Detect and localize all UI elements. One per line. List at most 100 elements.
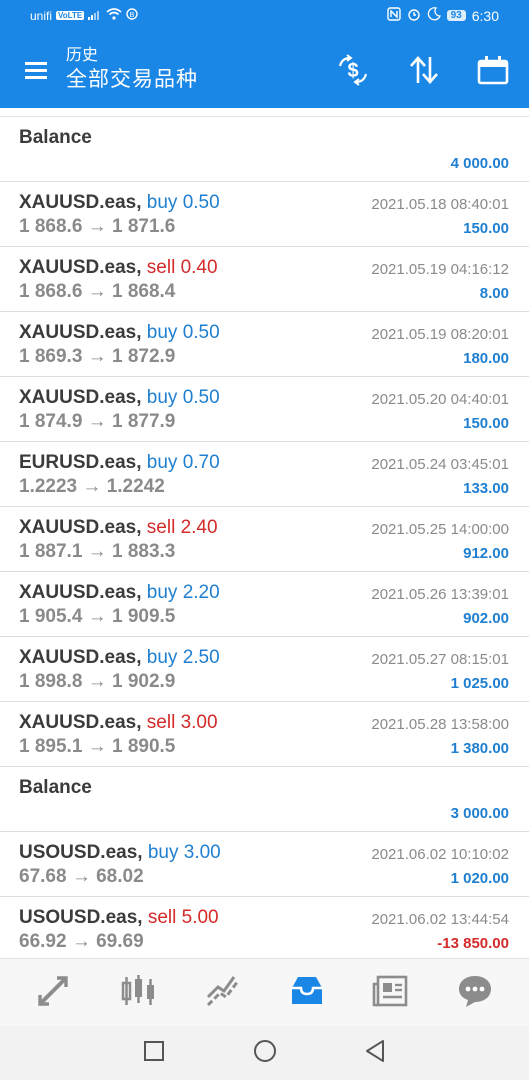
app-bar: 历史 全部交易品种 $	[0, 36, 529, 108]
sort-button[interactable]	[404, 52, 444, 92]
back-icon	[364, 1039, 386, 1068]
status-right: 93 6:30	[386, 7, 499, 24]
open-price: 1 868.6	[19, 281, 83, 302]
trade-row[interactable]: XAUUSD.eas, buy 0.50 1 868.6 → 1 871.6 202…	[0, 182, 529, 247]
open-price: 1.2223	[19, 476, 78, 497]
trade-prices: 1 869.3 → 1 872.9	[19, 346, 175, 368]
chart-candles-icon	[118, 973, 158, 1014]
nav-chat[interactable]	[450, 969, 500, 1017]
trade-row[interactable]: XAUUSD.eas, sell 0.40 1 868.6 → 1 868.4 20…	[0, 247, 529, 312]
nav-quotes[interactable]	[28, 969, 78, 1017]
close-price: 1 871.6	[111, 216, 176, 237]
nav-chart[interactable]	[113, 969, 163, 1017]
trade-prices: 1 895.1 → 1 890.5	[19, 736, 175, 758]
news-icon	[372, 974, 410, 1013]
symbol-name: EURUSD.eas,	[19, 452, 142, 473]
trade-profit: 133.00	[463, 480, 509, 497]
trade-row[interactable]: XAUUSD.eas, buy 2.50 1 898.8 → 1 902.9 202…	[0, 637, 529, 702]
trade-row[interactable]: USOUSD.eas, sell 5.00 66.92 → 69.69 2021.0…	[0, 897, 529, 958]
trade-profit: 150.00	[463, 415, 509, 432]
balance-row[interactable]: Balance 3 000.00	[0, 767, 529, 832]
balance-label: Balance	[19, 127, 92, 148]
open-price: 66.92	[19, 931, 67, 952]
history-icon	[288, 974, 326, 1013]
home-button[interactable]	[250, 1038, 280, 1068]
symbol-name: USOUSD.eas,	[19, 842, 143, 863]
arrow-right-icon: →	[66, 931, 97, 952]
open-price: 1 868.6	[19, 216, 83, 237]
quotes-icon	[35, 973, 71, 1014]
trade-date: 2021.05.19 08:20:01	[371, 326, 509, 343]
trade-row[interactable]: XAUUSD.eas, buy 0.50 1 869.3 → 1 872.9 202…	[0, 312, 529, 377]
trade-profit: 8.00	[479, 285, 509, 302]
trade-row[interactable]: EURUSD.eas, buy 0.70 1.2223 → 1.2242 2021.…	[0, 442, 529, 507]
arrow-right-icon: →	[82, 541, 112, 562]
menu-icon[interactable]	[22, 58, 52, 84]
trade-profit: 902.00	[463, 610, 509, 627]
balance-row[interactable]: Balance 4 000.00	[0, 117, 529, 182]
close-price: 1 872.9	[111, 346, 176, 367]
bottom-navigation	[0, 958, 529, 1026]
symbol-name: XAUUSD.eas,	[19, 322, 142, 343]
open-price: 1 905.4	[19, 606, 83, 627]
balance-amount: 4 000.00	[450, 155, 509, 172]
trade-row[interactable]: USOUSD.eas, buy 3.00 67.68 → 68.02 2021.06…	[0, 832, 529, 897]
home-icon	[253, 1039, 277, 1068]
trade-prices: 1 898.8 → 1 902.9	[19, 671, 175, 693]
trade-row[interactable]: XAUUSD.eas, buy 2.20 1 905.4 → 1 909.5 202…	[0, 572, 529, 637]
back-button[interactable]	[360, 1038, 390, 1068]
trade-profit: 1 020.00	[450, 870, 509, 887]
trade-profit: -13 850.00	[437, 935, 509, 952]
trade-side: sell 3.00	[147, 712, 218, 733]
trade-volume: 5.00	[181, 907, 219, 928]
trade-profit: 1 380.00	[450, 740, 509, 757]
trade-side: buy 0.70	[147, 452, 220, 473]
trade-volume: 0.50	[182, 192, 220, 213]
close-price: 1 868.4	[111, 281, 176, 302]
side-label: sell	[147, 907, 177, 928]
nav-trade[interactable]	[198, 969, 248, 1017]
svg-text:$: $	[347, 60, 358, 82]
clock: 6:30	[471, 7, 499, 24]
trade-prices: 1 868.6 → 1 868.4	[19, 281, 175, 303]
deposit-button[interactable]: $	[333, 52, 373, 92]
trade-date: 2021.06.02 13:44:54	[371, 911, 509, 928]
trade-symbol: USOUSD.eas, buy 3.00	[19, 842, 221, 864]
alarm-icon	[407, 7, 421, 24]
arrow-right-icon: →	[82, 606, 112, 627]
deposit-icon: $	[335, 53, 371, 91]
svg-text:B: B	[130, 12, 135, 19]
trade-volume: 3.00	[183, 842, 221, 863]
trade-date: 2021.05.24 03:45:01	[371, 456, 509, 473]
nav-news[interactable]	[366, 969, 416, 1017]
trade-row[interactable]: XAUUSD.eas, sell 2.40 1 887.1 → 1 883.3 20…	[0, 507, 529, 572]
wifi-icon	[106, 8, 122, 23]
history-list[interactable]: Balance 4 000.00 XAUUSD.eas, buy 0.50 1 868…	[0, 116, 529, 958]
side-label: buy	[146, 387, 178, 408]
recents-button[interactable]	[139, 1038, 169, 1068]
symbol-name: USOUSD.eas,	[19, 907, 143, 928]
trade-prices: 1 868.6 → 1 871.6	[19, 216, 175, 238]
trade-symbol: XAUUSD.eas, buy 0.50	[19, 387, 220, 409]
trade-date: 2021.05.18 08:40:01	[371, 196, 509, 213]
symbol-name: XAUUSD.eas,	[19, 387, 142, 408]
trade-date: 2021.06.02 10:10:02	[371, 846, 509, 863]
nav-history[interactable]	[282, 969, 332, 1017]
trade-row[interactable]: XAUUSD.eas, sell 3.00 1 895.1 → 1 890.5 20…	[0, 702, 529, 767]
close-price: 1 883.3	[111, 541, 176, 562]
trade-volume: 2.40	[180, 517, 218, 538]
arrow-right-icon: →	[82, 671, 112, 692]
trade-row[interactable]: XAUUSD.eas, buy 0.50 1 874.9 → 1 877.9 202…	[0, 377, 529, 442]
calendar-button[interactable]	[473, 52, 513, 92]
trade-side: buy 0.50	[147, 387, 220, 408]
trade-symbol: XAUUSD.eas, sell 0.40	[19, 257, 218, 279]
sort-icon	[408, 55, 440, 90]
side-label: buy	[146, 452, 178, 473]
open-price: 1 898.8	[19, 671, 83, 692]
open-price: 1 895.1	[19, 736, 83, 757]
system-navigation	[0, 1026, 529, 1080]
symbol-name: XAUUSD.eas,	[19, 712, 142, 733]
symbol-name: XAUUSD.eas,	[19, 517, 142, 538]
trade-symbol: XAUUSD.eas, sell 3.00	[19, 712, 218, 734]
page-title[interactable]: 全部交易品种	[66, 66, 198, 94]
